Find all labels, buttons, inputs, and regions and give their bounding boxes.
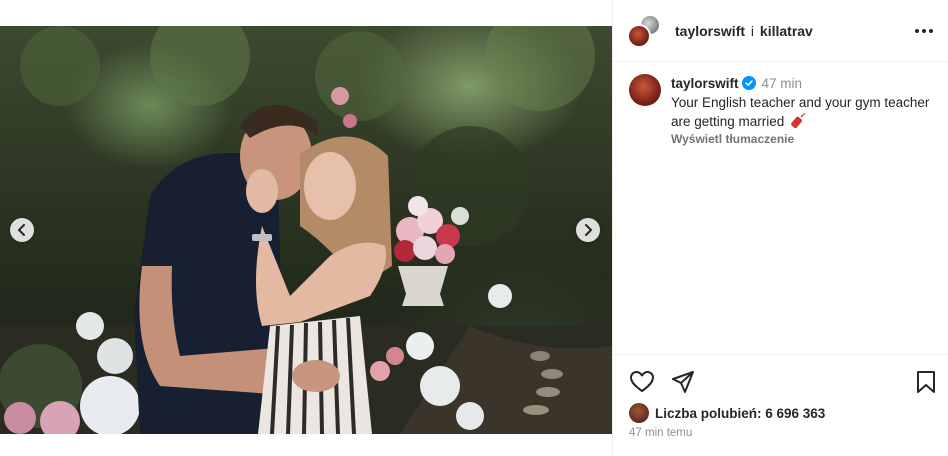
heart-icon (630, 371, 654, 392)
share-button[interactable] (671, 370, 695, 399)
post-caption: taylorswift 47 min Your English teacher a… (629, 74, 939, 147)
dynamite-icon (791, 113, 806, 129)
post-timestamp[interactable]: 47 min temu (629, 427, 692, 439)
media-pane (0, 0, 612, 456)
previous-slide-button[interactable] (10, 218, 34, 242)
chevron-right-icon (585, 224, 592, 236)
avatar (629, 403, 649, 423)
post-header: taylorswift i killatrav (613, 0, 948, 62)
header-usernames: taylorswift i killatrav (675, 23, 813, 39)
header-username-1[interactable]: taylorswift (675, 23, 745, 39)
header-separator: i (750, 22, 755, 39)
more-horizontal-icon (915, 29, 933, 33)
post-actions: Liczba polubień: 6 696 363 47 min temu (613, 354, 948, 456)
likes-label: Liczba polubień: 6 696 363 (655, 405, 826, 421)
more-options-button[interactable] (914, 21, 934, 46)
chevron-left-icon (18, 224, 25, 236)
verified-badge-icon (741, 76, 756, 90)
likes-count[interactable]: Liczba polubień: 6 696 363 (629, 403, 825, 423)
send-icon (672, 371, 694, 393)
post-details-pane: taylorswift i killatrav taylorswift 47 mi… (612, 0, 948, 456)
like-button[interactable] (629, 370, 655, 399)
caption-time[interactable]: 47 min (762, 76, 803, 91)
save-button[interactable] (915, 370, 937, 399)
bookmark-icon (917, 371, 935, 393)
next-slide-button[interactable] (576, 218, 600, 242)
avatar[interactable] (629, 74, 661, 106)
post-photo[interactable] (0, 26, 612, 434)
caption-username[interactable]: taylorswift (671, 76, 739, 91)
translate-link[interactable]: Wyświetl tłumaczenie (671, 131, 939, 147)
avatar-taylorswift (627, 23, 651, 48)
caption-body: taylorswift 47 min Your English teacher a… (671, 74, 939, 147)
photo-illustration (0, 26, 612, 434)
collab-avatars[interactable] (627, 13, 661, 48)
header-username-2[interactable]: killatrav (760, 23, 813, 39)
